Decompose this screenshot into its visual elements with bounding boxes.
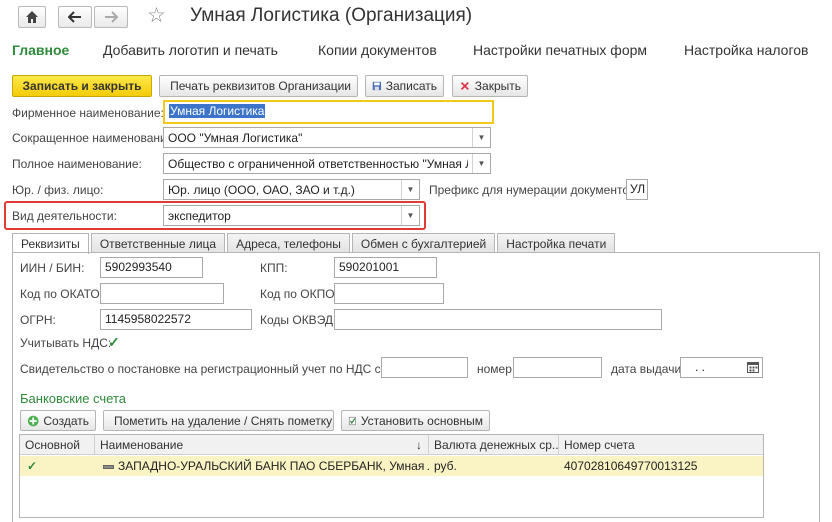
- back-button[interactable]: [58, 6, 92, 28]
- okved-field[interactable]: [334, 309, 662, 330]
- tab-print-setup[interactable]: Настройка печати: [497, 233, 615, 253]
- bank-accounts-title: Банковские счета: [20, 391, 126, 406]
- tab-addresses[interactable]: Адреса, телефоны: [227, 233, 350, 253]
- record-icon: [103, 465, 114, 469]
- number-field[interactable]: [513, 357, 602, 378]
- menu-tax-settings[interactable]: Настройка налогов: [684, 42, 808, 58]
- save-label: Записать: [386, 79, 437, 93]
- tab-accounting-exchange[interactable]: Обмен с бухгалтерией: [352, 233, 495, 253]
- short-name-field[interactable]: ООО "Умная Логистика" ▼: [163, 127, 491, 148]
- save-and-close-button[interactable]: Записать и закрыть: [12, 75, 152, 97]
- tab-responsible[interactable]: Ответственные лица: [91, 233, 225, 253]
- vat-checkbox[interactable]: ✓: [108, 335, 122, 349]
- vat-certificate-series-field[interactable]: [381, 357, 468, 378]
- okato-field[interactable]: [100, 283, 224, 304]
- column-main[interactable]: Основной: [20, 435, 95, 455]
- short-name-label: Сокращенное наименование:: [12, 131, 177, 145]
- tab-bar: Реквизиты Ответственные лица Адреса, тел…: [12, 233, 617, 253]
- issue-date-label: дата выдачи:: [611, 362, 684, 376]
- close-label: Закрыть: [475, 79, 521, 93]
- set-main-icon: [348, 414, 357, 428]
- row-name-cell: ЗАПАДНО-УРАЛЬСКИЙ БАНК ПАО СБЕРБАНК, Умн…: [95, 456, 429, 476]
- create-account-button[interactable]: Создать: [20, 410, 96, 431]
- arrow-right-icon: [104, 11, 118, 23]
- row-currency: руб.: [429, 456, 559, 476]
- activity-value: экспедитор: [168, 209, 397, 223]
- row-account-number: 40702810649770013125: [559, 456, 763, 476]
- menu-main[interactable]: Главное: [12, 42, 69, 58]
- chevron-down-icon[interactable]: ▼: [472, 154, 490, 173]
- entity-select[interactable]: Юр. лицо (ООО, ОАО, ЗАО и т.д.) ▼: [163, 179, 420, 200]
- tab-requisites[interactable]: Реквизиты: [12, 233, 89, 254]
- entity-label: Юр. / физ. лицо:: [12, 183, 103, 197]
- window-title: Умная Логистика (Организация): [190, 5, 472, 27]
- column-currency[interactable]: Валюта денежных ср...: [429, 435, 559, 455]
- chevron-down-icon[interactable]: ▼: [472, 128, 490, 147]
- chevron-down-icon[interactable]: ▼: [401, 206, 419, 225]
- column-name-label: Наименование: [100, 438, 183, 452]
- create-label: Создать: [43, 414, 89, 428]
- full-name-value: Общество с ограниченной ответственностью…: [168, 157, 468, 171]
- ogrn-field[interactable]: 1145958022572: [100, 309, 252, 330]
- menu-doc-copies[interactable]: Копии документов: [318, 42, 437, 58]
- menu-print-settings[interactable]: Настройки печатных форм: [473, 42, 647, 58]
- inn-field[interactable]: 5902993540: [100, 257, 203, 278]
- okved-label: Коды ОКВЭД:: [260, 313, 336, 327]
- print-requisites-label: Печать реквизитов Организации: [170, 79, 351, 93]
- floppy-icon: [372, 79, 382, 93]
- entity-value: Юр. лицо (ООО, ОАО, ЗАО и т.д.): [168, 183, 397, 197]
- home-icon: [25, 10, 39, 24]
- home-button[interactable]: [18, 6, 46, 28]
- ogrn-label: ОГРН:: [20, 313, 56, 327]
- column-account-number[interactable]: Номер счета: [559, 435, 763, 455]
- bank-accounts-table: Основной Наименование ↓ Валюта денежных …: [19, 434, 764, 518]
- okpo-label: Код по ОКПО:: [260, 287, 338, 301]
- kpp-field[interactable]: 590201001: [334, 257, 437, 278]
- row-name: ЗАПАДНО-УРАЛЬСКИЙ БАНК ПАО СБЕРБАНК, Умн…: [118, 459, 429, 473]
- mark-delete-button[interactable]: Пометить на удаление / Снять пометку: [103, 410, 334, 431]
- sort-arrow-icon: ↓: [416, 438, 422, 452]
- close-icon: [459, 79, 471, 93]
- activity-label: Вид деятельности:: [12, 209, 117, 223]
- mark-delete-label: Пометить на удаление / Снять пометку: [114, 414, 332, 428]
- forward-button[interactable]: [94, 6, 128, 28]
- calendar-icon[interactable]: [747, 361, 759, 373]
- arrow-left-icon: [68, 11, 82, 23]
- okato-label: Код по ОКАТО:: [20, 287, 103, 301]
- full-name-field[interactable]: Общество с ограниченной ответственностью…: [163, 153, 491, 174]
- issue-date-field[interactable]: . .: [680, 357, 763, 378]
- brand-name-label: Фирменное наименование:: [12, 106, 164, 120]
- vat-certificate-label: Свидетельство о постановке на регистраци…: [20, 362, 411, 376]
- number-label: номер:: [477, 362, 515, 376]
- set-main-button[interactable]: Установить основным: [341, 410, 490, 431]
- short-name-value: ООО "Умная Логистика": [168, 131, 468, 145]
- inn-label: ИИН / БИН:: [20, 261, 84, 275]
- issue-date-value: . .: [685, 360, 705, 374]
- vat-label: Учитывать НДС:: [20, 336, 111, 350]
- activity-select[interactable]: экспедитор ▼: [163, 205, 420, 226]
- column-name[interactable]: Наименование ↓: [95, 435, 429, 455]
- brand-name-field[interactable]: Умная Логистика: [163, 100, 494, 124]
- chevron-down-icon[interactable]: ▼: [401, 180, 419, 199]
- row-main-check: ✓: [20, 456, 95, 476]
- table-row[interactable]: ✓ ЗАПАДНО-УРАЛЬСКИЙ БАНК ПАО СБЕРБАНК, У…: [20, 456, 763, 476]
- set-main-label: Установить основным: [361, 414, 483, 428]
- table-header: Основной Наименование ↓ Валюта денежных …: [20, 435, 763, 455]
- brand-name-value: Умная Логистика: [169, 104, 265, 118]
- kpp-label: КПП:: [260, 261, 288, 275]
- prefix-label: Префикс для нумерации документов :: [429, 183, 642, 197]
- print-requisites-button[interactable]: Печать реквизитов Организации: [159, 75, 358, 97]
- okpo-field[interactable]: [334, 283, 444, 304]
- close-button[interactable]: Закрыть: [452, 75, 528, 97]
- menu-add-logo[interactable]: Добавить логотип и печать: [103, 42, 278, 58]
- plus-icon: [27, 414, 39, 428]
- prefix-field[interactable]: УЛ: [626, 179, 648, 200]
- star-icon[interactable]: ☆: [147, 3, 166, 28]
- full-name-label: Полное наименование:: [12, 157, 142, 171]
- save-button[interactable]: Записать: [365, 75, 444, 97]
